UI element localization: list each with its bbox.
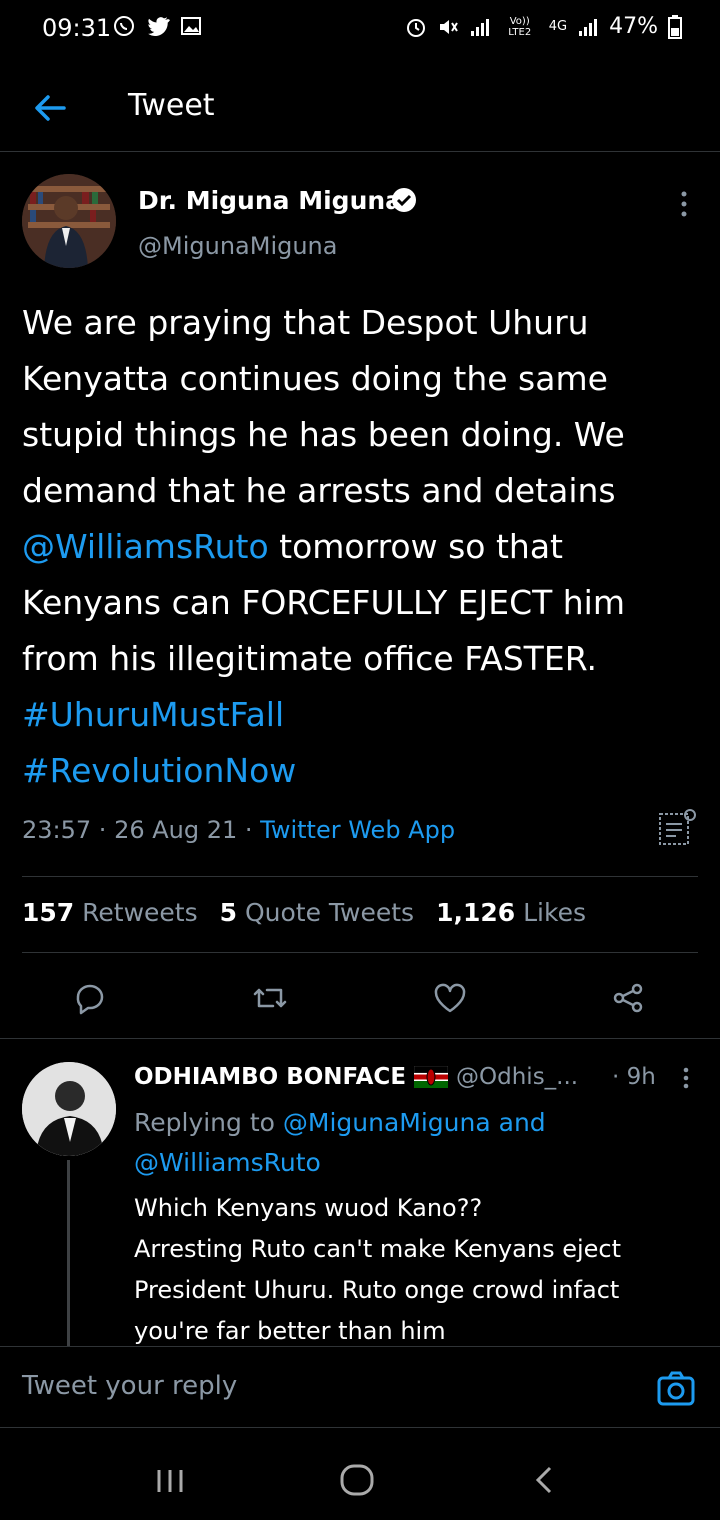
kenya-flag-icon: [414, 1066, 449, 1088]
home-icon: [340, 1464, 374, 1496]
replying-to-mention[interactable]: @WilliamsRuto: [134, 1148, 321, 1177]
hashtag-link[interactable]: #RevolutionNow: [22, 751, 296, 790]
home-button[interactable]: [336, 1460, 380, 1500]
likes-label: Likes: [523, 898, 586, 927]
back-button[interactable]: [26, 84, 74, 132]
retweets-count: 157: [22, 898, 75, 927]
tweet-text-part: We are praying that Despot Uhuru Kenyatt…: [22, 303, 625, 510]
whatsapp-icon: [114, 16, 134, 36]
tweet-stats: 157 Retweets 5 Quote Tweets 1,126 Likes: [22, 898, 586, 927]
author-name[interactable]: Dr. Miguna Miguna: [138, 186, 402, 215]
page-title: Tweet: [128, 88, 215, 123]
retweet-icon: [253, 988, 287, 1008]
divider: [22, 952, 698, 953]
reply-button[interactable]: [66, 974, 114, 1022]
more-vertical-icon: [681, 191, 687, 217]
replying-prefix: Replying to: [134, 1108, 283, 1137]
likes-count: 1,126: [436, 898, 516, 927]
camera-icon: [657, 1371, 695, 1406]
volte-label: Vo)) LTE2: [508, 15, 532, 38]
battery-percent: 47%: [609, 14, 658, 39]
recent-apps-icon: [157, 1470, 183, 1492]
tweet-date: 26 Aug 21: [114, 816, 238, 844]
tweet-time: 23:57: [22, 816, 92, 844]
author-avatar[interactable]: [22, 174, 116, 268]
heart-icon: [434, 983, 466, 1013]
share-button[interactable]: [604, 974, 652, 1022]
reply-author-avatar[interactable]: [22, 1062, 116, 1156]
status-system-icons: Vo)) LTE2 4G 47%: [405, 14, 682, 39]
more-options-button[interactable]: [666, 184, 702, 224]
divider: [0, 1038, 720, 1039]
replying-and: and: [490, 1108, 546, 1137]
avatar-bookshelf-image: [22, 174, 116, 268]
quotes-count: 5: [219, 898, 238, 927]
likes-stat[interactable]: 1,126 Likes: [436, 898, 586, 927]
share-icon: [613, 983, 643, 1013]
reply-more-options-button[interactable]: [672, 1062, 700, 1094]
mute-icon: [439, 19, 458, 34]
reply-header: ODHIAMBO BONFACE @Odhis_...: [134, 1064, 578, 1090]
reply-input[interactable]: Tweet your reply: [22, 1371, 237, 1401]
replying-to-mention[interactable]: @MigunaMiguna: [283, 1108, 491, 1137]
add-photo-button[interactable]: [654, 1367, 698, 1411]
chevron-left-icon: [535, 1466, 552, 1494]
quotes-label: Quote Tweets: [244, 898, 415, 927]
retweet-button[interactable]: [246, 974, 294, 1022]
battery-icon: [668, 14, 682, 39]
twitter-icon: [148, 17, 170, 36]
retweets-stat[interactable]: 157 Retweets: [22, 898, 198, 927]
quotes-stat[interactable]: 5 Quote Tweets: [220, 898, 414, 927]
tweet-text: We are praying that Despot Uhuru Kenyatt…: [22, 295, 702, 799]
gallery-icon: [181, 17, 201, 35]
reply-author-name[interactable]: ODHIAMBO BONFACE: [134, 1064, 406, 1090]
verified-badge-icon: [392, 188, 416, 212]
alarm-icon: [406, 18, 425, 37]
more-vertical-icon: [683, 1067, 689, 1089]
arrow-left-icon: [35, 95, 66, 121]
reply-text-line: Arresting Ruto can't make Kenyans eject …: [134, 1235, 622, 1344]
signal-icon: [470, 18, 489, 36]
tweet-actions: [0, 962, 720, 1036]
comment-icon: [76, 984, 104, 1015]
reply-text-line: Which Kenyans wuod Kano??: [134, 1194, 483, 1222]
replying-to: Replying to @MigunaMiguna and @WilliamsR…: [134, 1103, 694, 1183]
reply-composer: Tweet your reply: [0, 1346, 720, 1428]
network-label: 4G: [548, 19, 568, 34]
status-notification-icons: [112, 14, 202, 38]
reply-age-value: 9h: [626, 1064, 656, 1090]
retweets-label: Retweets: [82, 898, 198, 927]
status-bar: 09:31 Vo)) LTE2 4G 47%: [0, 0, 720, 56]
divider: [22, 876, 698, 877]
hashtag-link[interactable]: #UhuruMustFall: [22, 695, 284, 734]
tweet-source[interactable]: Twitter Web App: [260, 816, 455, 844]
recent-apps-button[interactable]: [150, 1460, 190, 1500]
author-handle[interactable]: @MigunaMiguna: [138, 232, 337, 260]
reply-avatar-image: [22, 1062, 116, 1156]
signal-icon-2: [579, 18, 598, 36]
reply-text: Which Kenyans wuod Kano?? Arresting Ruto…: [134, 1188, 694, 1344]
analytics-icon: [659, 809, 696, 845]
system-back-button[interactable]: [526, 1460, 566, 1500]
reply-age: · 9h: [612, 1064, 656, 1090]
system-navigation-bar: [0, 1430, 720, 1520]
reply-author-handle[interactable]: @Odhis_...: [456, 1064, 578, 1090]
status-time: 09:31: [42, 14, 112, 42]
like-button[interactable]: [426, 974, 474, 1022]
mention-link[interactable]: @WilliamsRuto: [22, 527, 269, 566]
analytics-button[interactable]: [654, 806, 698, 850]
thread-line: [67, 1160, 70, 1346]
top-bar: Tweet: [0, 64, 720, 152]
tweet-meta: 23:57 · 26 Aug 21 · Twitter Web App: [22, 816, 456, 844]
